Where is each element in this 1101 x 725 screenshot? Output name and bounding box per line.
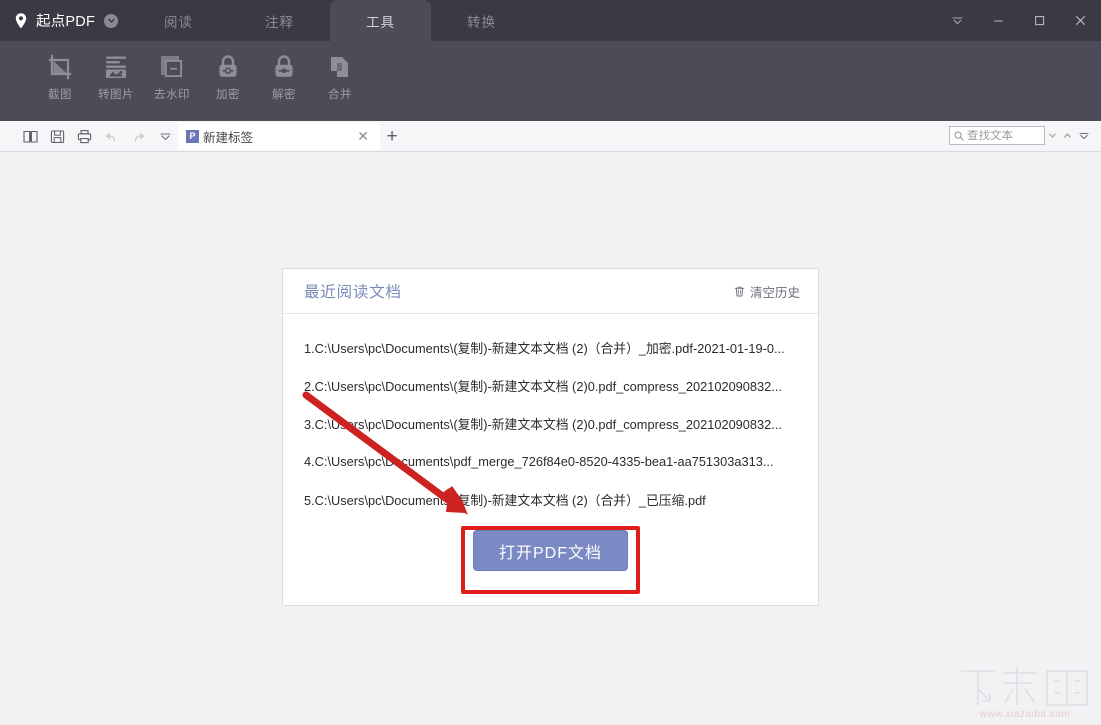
crop-icon bbox=[44, 51, 76, 83]
app-title: 起点PDF bbox=[36, 14, 95, 30]
print-icon[interactable] bbox=[76, 128, 93, 145]
tool-decrypt-label: 解密 bbox=[272, 89, 296, 101]
image-convert-icon bbox=[100, 51, 132, 83]
pdf-badge-icon: P bbox=[186, 129, 199, 143]
merge-icon bbox=[324, 51, 356, 83]
tool-remove-watermark-label: 去水印 bbox=[154, 89, 190, 101]
open-pdf-button[interactable]: 打开PDF文档 bbox=[473, 530, 628, 571]
find-prev-button[interactable] bbox=[1045, 126, 1060, 145]
clear-history-button[interactable]: 清空历史 bbox=[733, 282, 800, 301]
location-pin-icon bbox=[12, 12, 30, 30]
tool-encrypt[interactable]: 加密 bbox=[200, 48, 256, 102]
lock-closed-icon bbox=[212, 51, 244, 83]
tool-screenshot[interactable]: 截图 bbox=[32, 48, 88, 102]
search-input[interactable] bbox=[967, 129, 1040, 142]
redo-icon[interactable] bbox=[130, 128, 147, 145]
list-item[interactable]: 4.C:\Users\pc\Documents\pdf_merge_726f84… bbox=[283, 442, 818, 480]
trash-icon bbox=[733, 285, 746, 298]
tab-tools[interactable]: 工具 bbox=[330, 0, 431, 41]
list-item[interactable]: 5.C:\Users\pc\Documents\(复制)-新建文本文档 (2)（… bbox=[283, 480, 818, 518]
document-tab-label: 新建标签 bbox=[203, 130, 254, 145]
tool-decrypt[interactable]: 解密 bbox=[256, 48, 312, 102]
main-nav-tabs: 阅读 注释 工具 转换 bbox=[128, 0, 532, 41]
search-icon bbox=[954, 131, 964, 141]
search-box[interactable] bbox=[949, 126, 1045, 145]
tab-convert-label: 转换 bbox=[467, 14, 496, 30]
document-tab[interactable]: P 新建标签 ✕ bbox=[178, 122, 380, 150]
list-item[interactable]: 1.C:\Users\pc\Documents\(复制)-新建文本文档 (2)（… bbox=[283, 328, 818, 366]
tab-annotate-label: 注释 bbox=[265, 14, 294, 30]
collapse-ribbon-button[interactable] bbox=[937, 0, 978, 41]
close-icon[interactable]: ✕ bbox=[354, 129, 372, 143]
tab-read[interactable]: 阅读 bbox=[128, 0, 229, 41]
tool-to-image[interactable]: 转图片 bbox=[88, 48, 144, 102]
find-text-bar bbox=[949, 126, 1093, 145]
tab-tools-label: 工具 bbox=[366, 14, 395, 30]
close-button[interactable] bbox=[1060, 0, 1101, 41]
more-tools-button[interactable] bbox=[157, 128, 174, 145]
window-controls bbox=[937, 0, 1101, 41]
open-button-container: 打开PDF文档 bbox=[283, 530, 818, 571]
application-window: 起点PDF 阅读 注释 工具 转换 截图 转图片 去水印 加密 解密 合并 P … bbox=[0, 0, 1101, 725]
main-content: 最近阅读文档 清空历史 1.C:\Users\pc\Documents\(复制)… bbox=[0, 152, 1101, 725]
document-toolbar bbox=[0, 121, 1101, 152]
title-bar: 起点PDF 阅读 注释 工具 转换 bbox=[0, 0, 1101, 41]
find-options-button[interactable] bbox=[1075, 126, 1093, 145]
list-item[interactable]: 2.C:\Users\pc\Documents\(复制)-新建文本文档 (2)0… bbox=[283, 366, 818, 404]
tool-encrypt-label: 加密 bbox=[216, 89, 240, 101]
minimize-button[interactable] bbox=[978, 0, 1019, 41]
tab-read-label: 阅读 bbox=[164, 14, 193, 30]
tab-annotate[interactable]: 注释 bbox=[229, 0, 330, 41]
book-open-icon[interactable] bbox=[22, 128, 39, 145]
new-tab-button[interactable]: + bbox=[382, 126, 402, 146]
card-title: 最近阅读文档 bbox=[304, 284, 402, 301]
lock-open-icon bbox=[268, 51, 300, 83]
document-toolbar-icons bbox=[0, 128, 174, 145]
undo-icon[interactable] bbox=[103, 128, 120, 145]
remove-watermark-icon bbox=[156, 51, 188, 83]
save-icon[interactable] bbox=[49, 128, 66, 145]
app-brand[interactable]: 起点PDF bbox=[10, 0, 118, 41]
recent-files-list: 1.C:\Users\pc\Documents\(复制)-新建文本文档 (2)（… bbox=[283, 314, 818, 518]
tool-remove-watermark[interactable]: 去水印 bbox=[144, 48, 200, 102]
tab-convert[interactable]: 转换 bbox=[431, 0, 532, 41]
maximize-button[interactable] bbox=[1019, 0, 1060, 41]
tool-merge[interactable]: 合并 bbox=[312, 48, 368, 102]
chevron-down-circle-icon[interactable] bbox=[104, 13, 118, 28]
ribbon-toolbar: 截图 转图片 去水印 加密 解密 合并 bbox=[0, 41, 1101, 121]
recent-documents-card: 最近阅读文档 清空历史 1.C:\Users\pc\Documents\(复制)… bbox=[282, 268, 819, 606]
clear-history-label: 清空历史 bbox=[749, 285, 800, 300]
list-item[interactable]: 3.C:\Users\pc\Documents\(复制)-新建文本文档 (2)0… bbox=[283, 404, 818, 442]
tool-merge-label: 合并 bbox=[328, 89, 352, 101]
find-next-button[interactable] bbox=[1060, 126, 1075, 145]
card-header: 最近阅读文档 清空历史 bbox=[283, 269, 818, 314]
tool-screenshot-label: 截图 bbox=[48, 89, 72, 101]
tool-to-image-label: 转图片 bbox=[98, 89, 134, 101]
